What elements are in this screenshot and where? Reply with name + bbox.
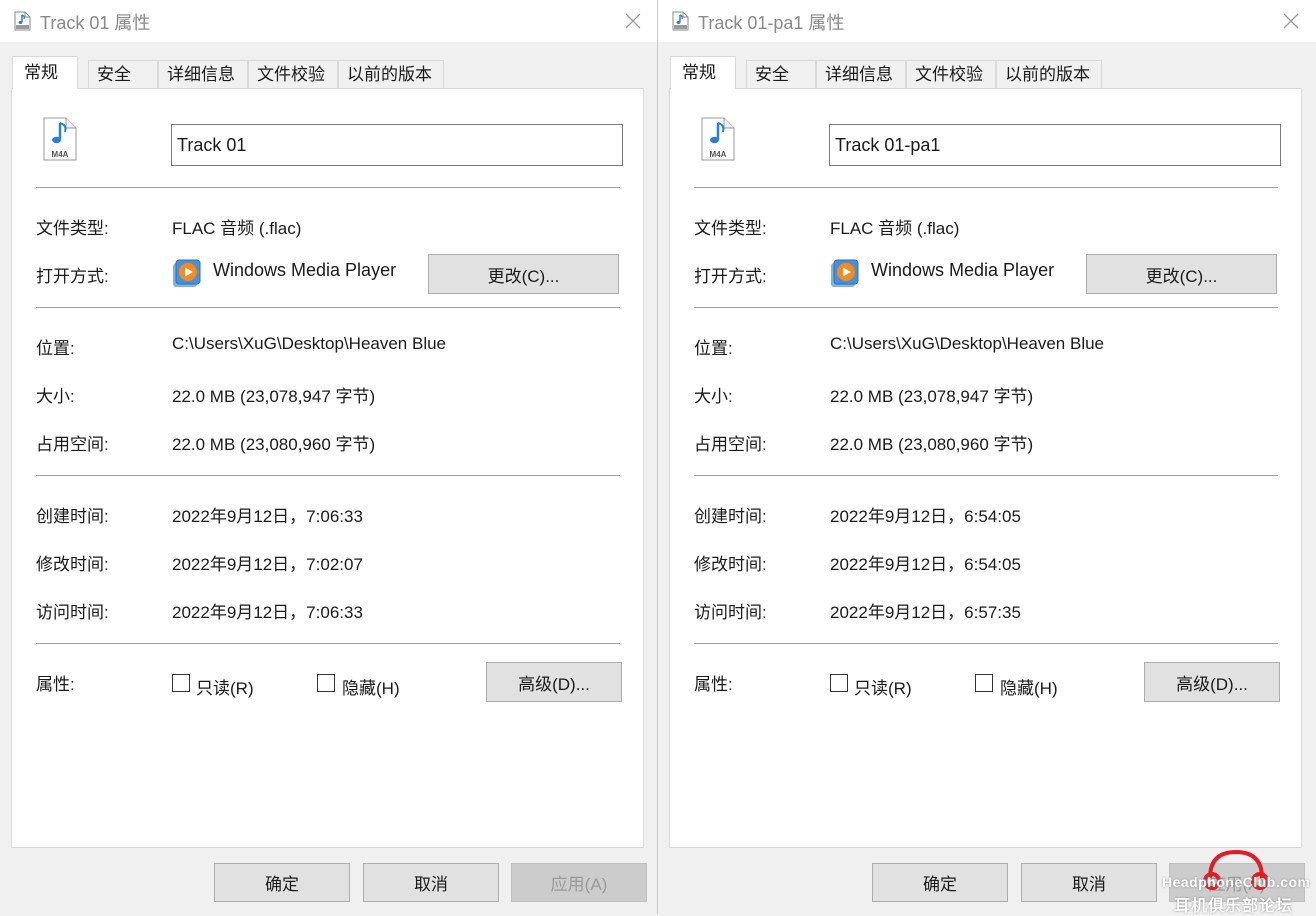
size-value: 22.0 MB (23,078,947 字节)	[172, 387, 376, 406]
location-value: C:\Users\XuG\Desktop\Heaven Blue	[830, 334, 1105, 353]
attributes-label: 属性:	[36, 675, 75, 694]
properties-dialog-left: Track 01 属性 常规 安全 详细信息 文件校验 以前的版本 M4A 文件…	[0, 0, 657, 914]
open-with-label: 打开方式:	[36, 267, 109, 286]
close-icon[interactable]	[620, 8, 646, 34]
modified-value: 2022年9月12日，7:02:07	[172, 555, 363, 574]
advanced-button[interactable]: 高级(D)...	[1144, 662, 1280, 702]
windows-media-player-icon	[831, 259, 859, 287]
title-bar: Track 01-pa1 属性	[658, 0, 1316, 42]
file-name-input[interactable]	[829, 124, 1281, 166]
size-value: 22.0 MB (23,078,947 字节)	[830, 387, 1034, 406]
size-label: 大小:	[694, 387, 733, 406]
tab-previous-versions[interactable]: 以前的版本	[996, 60, 1102, 88]
tab-checksum[interactable]: 文件校验	[906, 60, 996, 88]
windows-media-player-icon	[173, 259, 201, 287]
file-type-label: 文件类型:	[694, 219, 767, 238]
open-with-label: 打开方式:	[694, 267, 767, 286]
tab-general[interactable]: 常规	[670, 56, 736, 89]
file-extension-label: M4A	[710, 150, 727, 159]
hidden-checkbox[interactable]	[975, 674, 993, 692]
hidden-label: 隐藏(H)	[342, 679, 400, 698]
hidden-checkbox[interactable]	[317, 674, 335, 692]
ok-button[interactable]: 确定	[214, 863, 350, 902]
accessed-label: 访问时间:	[36, 603, 109, 622]
change-button[interactable]: 更改(C)...	[428, 254, 619, 294]
tab-checksum[interactable]: 文件校验	[248, 60, 338, 88]
created-label: 创建时间:	[36, 507, 109, 526]
music-file-icon: M4A	[43, 117, 77, 161]
readonly-label: 只读(R)	[196, 679, 254, 698]
disk-size-label: 占用空间:	[694, 435, 767, 454]
separator	[36, 475, 620, 476]
file-type-value: FLAC 音频 (.flac)	[830, 219, 960, 238]
hidden-label: 隐藏(H)	[1000, 679, 1058, 698]
location-label: 位置:	[36, 339, 75, 358]
created-value: 2022年9月12日，7:06:33	[172, 507, 363, 526]
window-title: Track 01 属性	[40, 13, 151, 33]
open-with-app: Windows Media Player	[871, 260, 1055, 280]
apply-button[interactable]: 应用(A)	[511, 863, 647, 902]
file-name-input[interactable]	[171, 124, 623, 166]
window-title: Track 01-pa1 属性	[698, 13, 845, 33]
attributes-label: 属性:	[694, 675, 733, 694]
file-extension-label: M4A	[52, 150, 69, 159]
separator	[694, 475, 1278, 476]
readonly-checkbox[interactable]	[172, 674, 190, 692]
modified-label: 修改时间:	[694, 555, 767, 574]
tab-security[interactable]: 安全	[746, 60, 816, 88]
music-file-icon	[14, 11, 31, 31]
music-file-icon	[672, 11, 689, 31]
separator	[694, 643, 1278, 644]
open-with-app: Windows Media Player	[213, 260, 397, 280]
file-type-label: 文件类型:	[36, 219, 109, 238]
tab-details[interactable]: 详细信息	[816, 60, 906, 88]
location-value: C:\Users\XuG\Desktop\Heaven Blue	[172, 334, 447, 353]
accessed-label: 访问时间:	[694, 603, 767, 622]
cancel-button[interactable]: 取消	[363, 863, 499, 902]
separator	[36, 187, 620, 188]
general-panel: M4A 文件类型: FLAC 音频 (.flac) 打开方式: Windows …	[669, 88, 1302, 848]
separator	[36, 307, 620, 308]
cancel-button[interactable]: 取消	[1021, 863, 1157, 902]
disk-size-label: 占用空间:	[36, 435, 109, 454]
tab-general[interactable]: 常规	[12, 56, 78, 89]
close-icon[interactable]	[1278, 8, 1304, 34]
general-panel: M4A 文件类型: FLAC 音频 (.flac) 打开方式: Windows …	[11, 88, 644, 848]
file-type-value: FLAC 音频 (.flac)	[172, 219, 302, 238]
created-label: 创建时间:	[694, 507, 767, 526]
change-button[interactable]: 更改(C)...	[1086, 254, 1277, 294]
modified-label: 修改时间:	[36, 555, 109, 574]
readonly-checkbox[interactable]	[830, 674, 848, 692]
tab-details[interactable]: 详细信息	[158, 60, 248, 88]
accessed-value: 2022年9月12日，6:57:35	[830, 603, 1021, 622]
separator	[36, 643, 620, 644]
readonly-label: 只读(R)	[854, 679, 912, 698]
disk-size-value: 22.0 MB (23,080,960 字节)	[172, 435, 376, 454]
size-label: 大小:	[36, 387, 75, 406]
watermark-name: 耳机俱乐部论坛	[1174, 898, 1294, 915]
disk-size-value: 22.0 MB (23,080,960 字节)	[830, 435, 1034, 454]
advanced-button[interactable]: 高级(D)...	[486, 662, 622, 702]
properties-dialog-right: Track 01-pa1 属性 常规 安全 详细信息 文件校验 以前的版本 M4…	[658, 0, 1316, 914]
location-label: 位置:	[694, 339, 733, 358]
tab-security[interactable]: 安全	[88, 60, 158, 88]
separator	[694, 307, 1278, 308]
title-bar: Track 01 属性	[0, 0, 657, 42]
modified-value: 2022年9月12日，6:54:05	[830, 555, 1021, 574]
accessed-value: 2022年9月12日，7:06:33	[172, 603, 363, 622]
watermark-url: HeadphoneClub.com	[1162, 874, 1311, 890]
forum-watermark: HeadphoneClub.com 耳机俱乐部论坛	[1162, 848, 1312, 915]
ok-button[interactable]: 确定	[872, 863, 1008, 902]
created-value: 2022年9月12日，6:54:05	[830, 507, 1021, 526]
tab-previous-versions[interactable]: 以前的版本	[338, 60, 444, 88]
music-file-icon: M4A	[701, 117, 735, 161]
separator	[694, 187, 1278, 188]
